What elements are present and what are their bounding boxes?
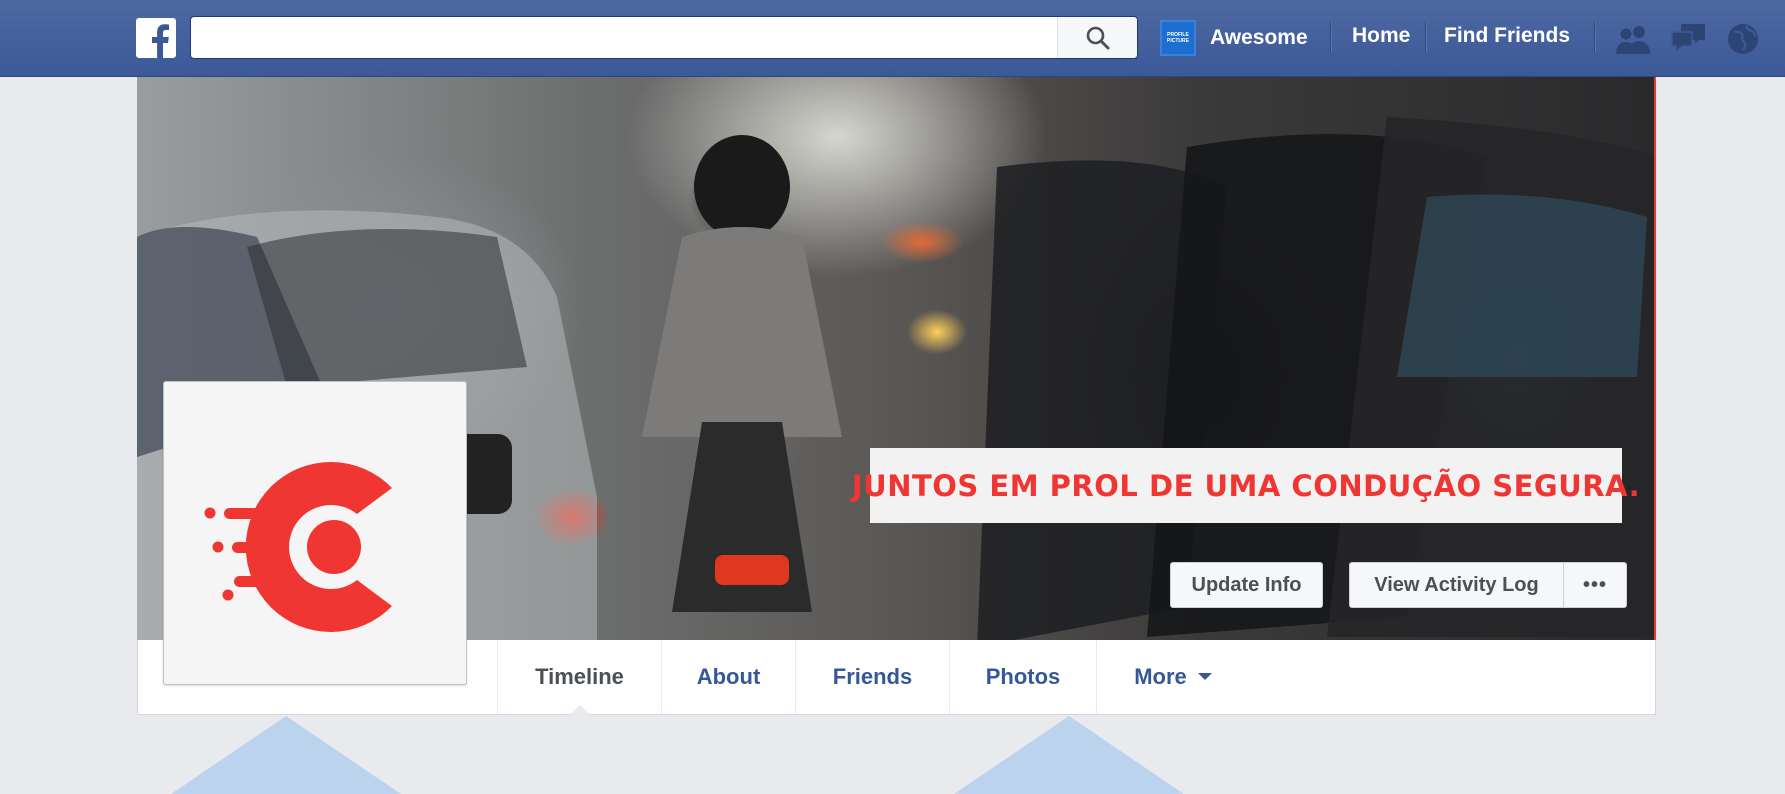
active-tab-caret — [569, 705, 590, 715]
cover-banner: JUNTOS EM PROL DE UMA CONDUÇÃO SEGURA. — [852, 448, 1640, 523]
search-icon — [1086, 26, 1109, 49]
nav-profile-link[interactable]: PROFILE PICTURE Awesome — [1160, 18, 1308, 58]
nav-divider — [1330, 22, 1331, 52]
nav-avatar: PROFILE PICTURE — [1160, 20, 1196, 56]
profile-picture-image — [172, 390, 458, 676]
nav-divider — [1425, 22, 1426, 52]
nav-divider — [1594, 22, 1595, 52]
nav-profile-name: Awesome — [1210, 26, 1308, 49]
tab-more-label: More — [1134, 664, 1187, 689]
decorative-triangle — [954, 716, 1184, 794]
chevron-down-icon — [1197, 673, 1212, 680]
notifications-globe-icon[interactable] — [1722, 20, 1764, 58]
nav-home-link[interactable]: Home — [1352, 24, 1410, 48]
cover-banner-text: JUNTOS EM PROL DE UMA CONDUÇÃO SEGURA. — [851, 468, 1641, 503]
tab-timeline-label: Timeline — [535, 664, 624, 689]
more-actions-button[interactable]: ••• — [1563, 562, 1627, 608]
facebook-logo-icon[interactable] — [136, 18, 176, 58]
tab-about-label: About — [696, 664, 761, 689]
messages-icon[interactable] — [1668, 20, 1710, 58]
profile-picture[interactable] — [163, 381, 467, 685]
view-activity-log-button[interactable]: View Activity Log — [1349, 562, 1564, 608]
tab-friends-label: Friends — [832, 664, 913, 689]
top-navigation-bar: PROFILE PICTURE Awesome Home Find Friend… — [0, 0, 1785, 77]
nav-find-friends-link[interactable]: Find Friends — [1444, 24, 1570, 48]
update-info-button[interactable]: Update Info — [1170, 562, 1323, 608]
search-bar[interactable] — [190, 16, 1138, 59]
tab-friends[interactable]: Friends — [795, 640, 949, 714]
tab-photos[interactable]: Photos — [949, 640, 1096, 714]
tab-more[interactable]: More — [1096, 640, 1250, 714]
search-button[interactable] — [1057, 17, 1137, 58]
tab-about[interactable]: About — [661, 640, 795, 714]
brand-logo-icon — [204, 462, 392, 632]
friend-requests-icon[interactable] — [1612, 20, 1654, 58]
search-input[interactable] — [191, 17, 1057, 58]
tab-photos-label: Photos — [985, 664, 1061, 689]
avatar-text-line2: PICTURE — [1167, 38, 1189, 44]
tab-timeline[interactable]: Timeline — [497, 640, 661, 715]
decorative-triangle — [171, 716, 401, 794]
